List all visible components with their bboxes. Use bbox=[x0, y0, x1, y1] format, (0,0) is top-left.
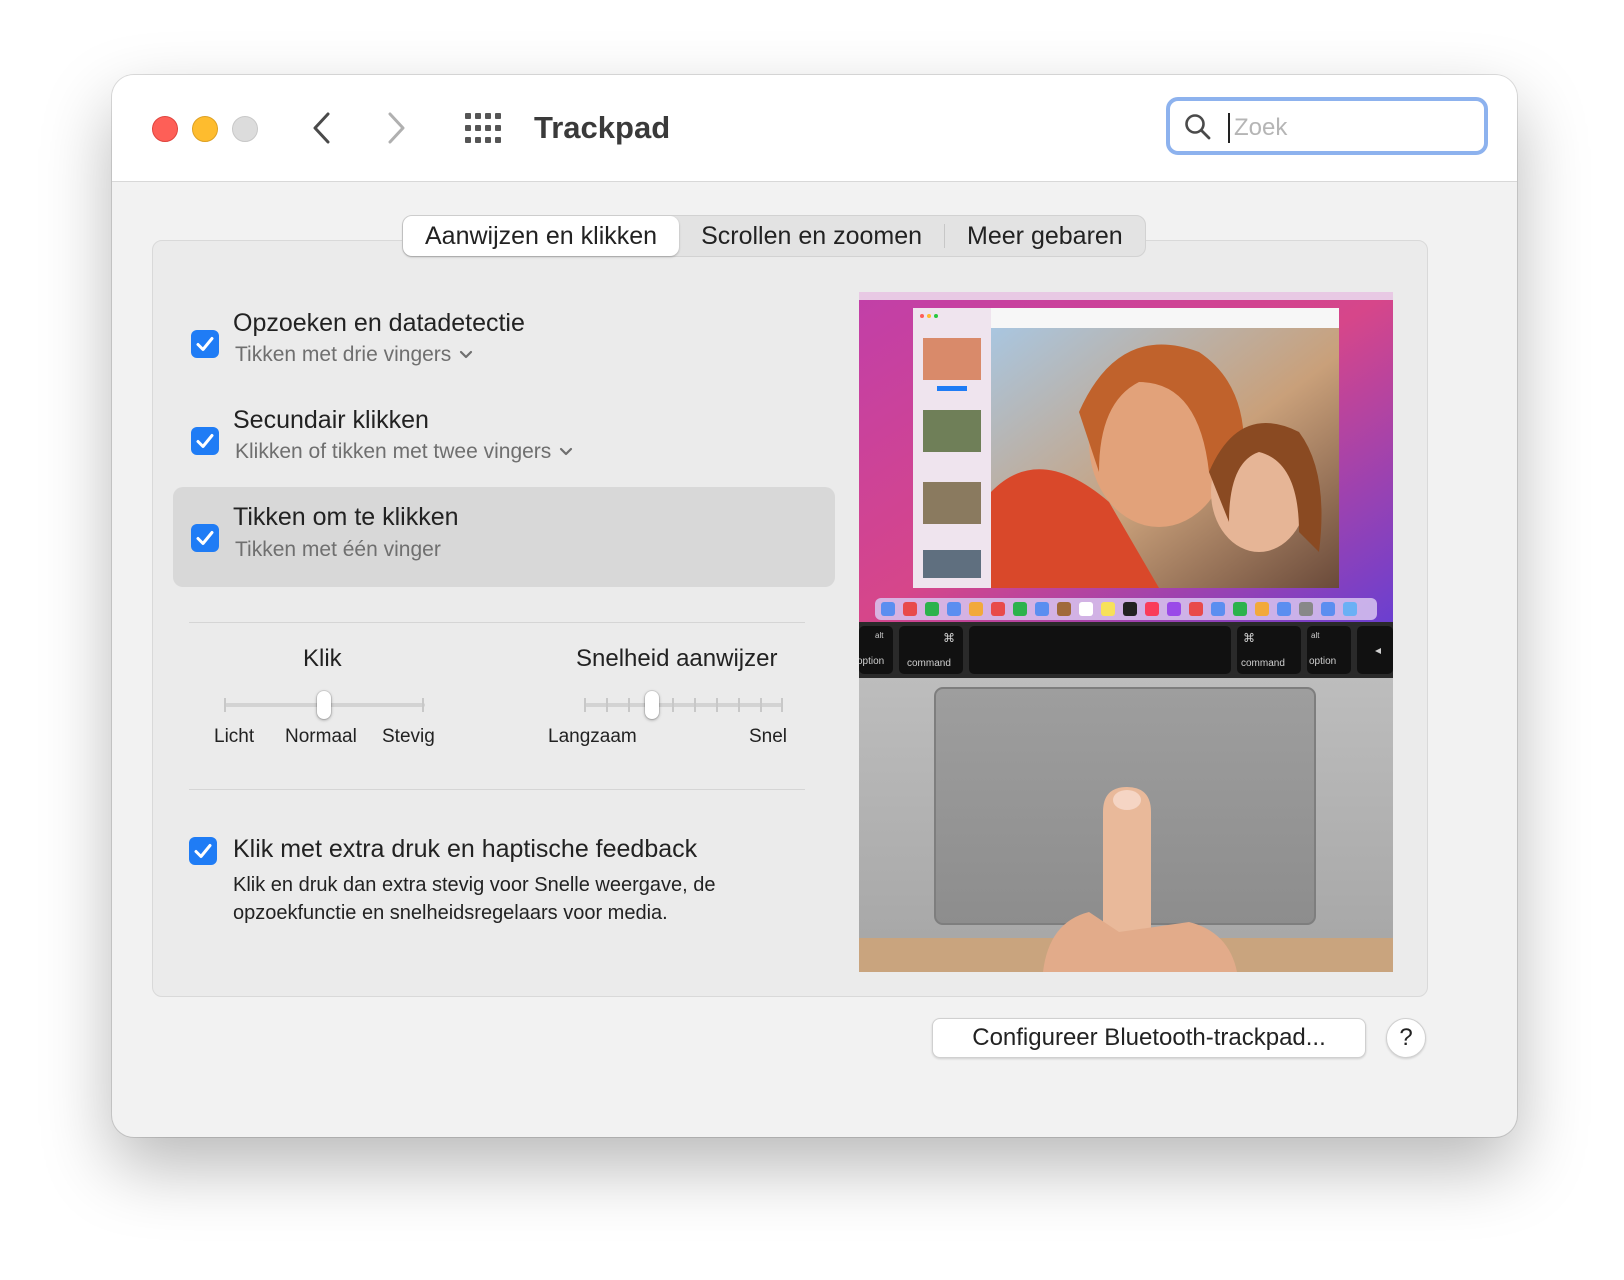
checkmark-icon bbox=[196, 531, 214, 545]
tap-to-click-subtitle-text: Tikken met één vinger bbox=[235, 538, 441, 561]
tap-to-click-checkbox[interactable] bbox=[191, 524, 219, 552]
window-title: Trackpad bbox=[534, 110, 671, 145]
slider-tick bbox=[584, 698, 586, 712]
speed-label-fast: Snel bbox=[749, 726, 788, 747]
divider bbox=[189, 789, 805, 790]
forward-button[interactable] bbox=[376, 105, 416, 151]
slider-tick bbox=[422, 698, 424, 712]
key-command-left: command bbox=[907, 658, 951, 669]
show-all-grid-icon[interactable] bbox=[464, 111, 502, 145]
speed-slider-track[interactable] bbox=[585, 703, 783, 707]
slider-tick bbox=[224, 698, 226, 712]
secondary-click-title: Secundair klikken bbox=[233, 406, 429, 434]
secondary-click-value: Klikken of tikken met twee vingers bbox=[235, 440, 552, 463]
click-label-firm: Stevig bbox=[382, 726, 435, 747]
key-cmd-left-symbol: ⌘ bbox=[943, 631, 955, 645]
zoom-button bbox=[232, 116, 258, 142]
click-slider-knob[interactable] bbox=[317, 691, 331, 719]
lookup-gesture-dropdown[interactable]: Tikken met drie vingers bbox=[235, 343, 473, 367]
tap-to-click-subtitle: Tikken met één vinger bbox=[235, 538, 441, 562]
slider-tick bbox=[716, 698, 718, 712]
click-slider-title: Klik bbox=[303, 645, 342, 672]
force-click-title: Klik met extra druk en haptische feedbac… bbox=[233, 835, 698, 863]
tab-more-gestures[interactable]: Meer gebaren bbox=[945, 216, 1145, 256]
key-option-right: option bbox=[1309, 656, 1336, 667]
title-bar: Trackpad bbox=[112, 75, 1517, 182]
chevron-down-icon bbox=[560, 447, 573, 456]
checkmark-icon bbox=[196, 337, 214, 351]
lookup-checkbox[interactable] bbox=[191, 330, 219, 358]
tap-to-click-title: Tikken om te klikken bbox=[233, 503, 459, 531]
speed-slider-knob[interactable] bbox=[645, 691, 659, 719]
slider-tick bbox=[606, 698, 608, 712]
slider-tick bbox=[760, 698, 762, 712]
force-click-description: Klik en druk dan extra stevig voor Snell… bbox=[233, 874, 716, 924]
help-button[interactable]: ? bbox=[1386, 1018, 1426, 1058]
text-caret bbox=[1228, 113, 1230, 143]
key-alt-right: alt bbox=[1311, 631, 1320, 640]
search-input[interactable] bbox=[1232, 107, 1476, 149]
click-label-normal: Normaal bbox=[285, 726, 357, 747]
minimize-button[interactable] bbox=[192, 116, 218, 142]
key-cmd-right-symbol: ⌘ bbox=[1243, 631, 1255, 645]
chevron-right-icon bbox=[388, 112, 405, 144]
lookup-gesture-value: Tikken met drie vingers bbox=[235, 343, 452, 366]
speed-slider-title: Snelheid aanwijzer bbox=[576, 645, 778, 672]
selected-row-highlight bbox=[173, 487, 835, 587]
search-field[interactable] bbox=[1166, 97, 1488, 155]
click-label-light: Licht bbox=[214, 726, 255, 747]
gesture-preview-image: alt option ⌘ command ⌘ command alt optio… bbox=[859, 292, 1393, 972]
preferences-window: Trackpad Opzoeken en datadetectie Tikken… bbox=[112, 75, 1517, 1137]
search-icon bbox=[1185, 114, 1211, 140]
close-button[interactable] bbox=[152, 116, 178, 142]
slider-tick bbox=[694, 698, 696, 712]
lookup-title: Opzoeken en datadetectie bbox=[233, 309, 525, 337]
configure-bluetooth-trackpad-button[interactable]: Configureer Bluetooth-trackpad... bbox=[932, 1018, 1366, 1058]
force-click-checkbox[interactable] bbox=[189, 837, 217, 865]
secondary-click-checkbox[interactable] bbox=[191, 427, 219, 455]
divider bbox=[189, 622, 805, 623]
secondary-click-dropdown[interactable]: Klikken of tikken met twee vingers bbox=[235, 440, 573, 464]
key-option-left: option bbox=[859, 656, 884, 667]
key-alt-left: alt bbox=[875, 631, 884, 640]
slider-tick bbox=[738, 698, 740, 712]
trackpad-illustration: alt option ⌘ command ⌘ command alt optio… bbox=[859, 292, 1393, 972]
slider-tick bbox=[781, 698, 783, 712]
checkmark-icon bbox=[196, 434, 214, 448]
tab-point-and-click[interactable]: Aanwijzen en klikken bbox=[403, 216, 680, 256]
back-button[interactable] bbox=[302, 105, 342, 151]
chevron-left-icon bbox=[313, 112, 330, 144]
slider-tick bbox=[672, 698, 674, 712]
tab-scroll-and-zoom[interactable]: Scrollen en zoomen bbox=[679, 216, 944, 256]
key-command-right: command bbox=[1241, 658, 1285, 669]
chevron-down-icon bbox=[460, 350, 473, 359]
settings-panel: Opzoeken en datadetectie Tikken met drie… bbox=[152, 240, 1428, 997]
tab-bar: Aanwijzen en klikken Scrollen en zoomen … bbox=[402, 215, 1146, 257]
speed-label-slow: Langzaam bbox=[548, 726, 637, 747]
slider-tick bbox=[628, 698, 630, 712]
checkmark-icon bbox=[194, 844, 212, 858]
